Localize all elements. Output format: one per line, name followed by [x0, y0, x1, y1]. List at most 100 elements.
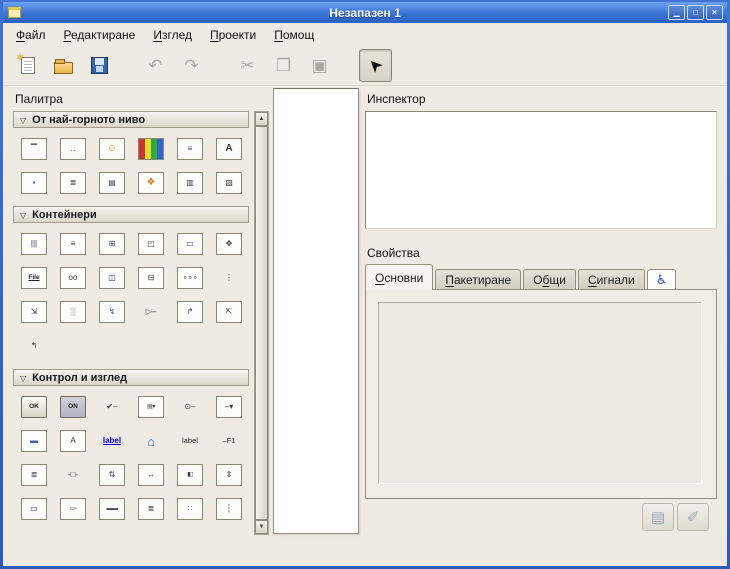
notebook-icon[interactable]: ◰ [138, 233, 164, 255]
handle-box-icon[interactable]: ↱ [177, 301, 203, 323]
section-label: Контейнери [32, 209, 97, 221]
copy-icon [276, 57, 291, 74]
main-area: Палитра От най-горното ниво ▔‥☺≡A▪≣▤❖▥▧ … [3, 86, 727, 566]
copy-button[interactable] [267, 49, 300, 82]
accessibility-icon: ♿ [656, 272, 668, 288]
window-icon[interactable]: ▔ [21, 138, 47, 160]
text-view-icon[interactable]: ≣ [21, 464, 47, 486]
hbox-icon[interactable]: ||| [21, 233, 47, 255]
progress-bar-icon[interactable]: ▮▯ [177, 464, 203, 486]
open-button[interactable] [47, 49, 80, 82]
toolbar-icon[interactable]: oo [60, 267, 86, 289]
undo-button[interactable] [139, 49, 172, 82]
icon-view-icon[interactable]: ∷ [177, 498, 203, 520]
palette-grid-controls: OK ON ✔– ▤▾ ⊙– –▾ ▬ Alabel ⌂ label –F1 ≣ -□- ⇅ ↔ ▮▯ ⇕ ▭ ▭▫… [21, 396, 251, 520]
file-selection-dialog-icon[interactable]: ≡ [177, 138, 203, 160]
tab-signals[interactable]: Сигнали [578, 269, 645, 290]
menu-view[interactable]: Изглед [144, 23, 201, 46]
expander-icon[interactable]: ▷– [138, 301, 164, 323]
check-button-icon[interactable]: ✔– [99, 396, 125, 418]
viewport-icon[interactable]: ░ [60, 301, 86, 323]
section-expander-icon [20, 114, 26, 126]
properties-editor-button[interactable]: ▤ [642, 503, 674, 531]
accel-label-icon[interactable]: –F1 [216, 430, 242, 452]
color-selection-dialog-icon[interactable] [138, 138, 164, 160]
fixed-icon[interactable]: ✥ [216, 233, 242, 255]
menu-projects[interactable]: Проекти [201, 23, 265, 46]
selector-arrow-icon [364, 54, 386, 76]
minimize-button[interactable]: ▁ [668, 5, 685, 20]
image-icon[interactable]: ⌂ [138, 430, 164, 452]
assistant-icon[interactable]: ▧ [216, 172, 242, 194]
toggle-button-icon[interactable]: ON [60, 396, 86, 418]
table-icon[interactable]: ⊞ [99, 233, 125, 255]
palette-section-containers[interactable]: Контейнери [13, 206, 249, 223]
font-chooser-dialog-icon[interactable]: ▥ [177, 172, 203, 194]
tab-packing[interactable]: Пакетиране [435, 269, 521, 290]
palette-scrollbar[interactable]: ▲ ▼ [254, 111, 269, 535]
section-label: От най-горното ниво [32, 114, 145, 126]
radio-button-icon[interactable]: ⊙– [177, 396, 203, 418]
design-canvas[interactable] [273, 88, 359, 534]
spin-button-icon[interactable]: ⇅ [99, 464, 125, 486]
frame-icon[interactable]: ▭ [177, 233, 203, 255]
scrollbar-thumb[interactable] [255, 126, 268, 520]
input-dialog-icon[interactable]: ≣ [60, 172, 86, 194]
save-button[interactable] [83, 49, 116, 82]
palette-section-toplevels[interactable]: От най-горното ниво [13, 111, 249, 128]
redo-button[interactable] [175, 49, 208, 82]
entry-completion-icon[interactable]: ▭ [21, 498, 47, 520]
tab-accessibility[interactable]: ♿ [647, 269, 677, 290]
paste-button[interactable] [303, 49, 336, 82]
hpaned-icon[interactable]: ◫ [99, 267, 125, 289]
edit-button[interactable]: ✐ [677, 503, 709, 531]
cut-button[interactable] [231, 49, 264, 82]
font-selection-dialog-icon[interactable]: A [216, 138, 242, 160]
dialog-icon[interactable]: ‥ [60, 138, 86, 160]
scroll-up-icon[interactable]: ▲ [255, 112, 268, 126]
text-entry-icon[interactable]: A [60, 430, 86, 452]
tab-general[interactable]: Основни [365, 264, 433, 290]
scrolled-window-icon[interactable]: ⇲ [21, 301, 47, 323]
menu-file[interactable]: Файл [7, 23, 55, 46]
new-button[interactable] [11, 49, 44, 82]
maximize-button[interactable]: □ [687, 5, 704, 20]
close-button[interactable]: ✕ [706, 5, 723, 20]
button-icon[interactable]: OK [21, 396, 47, 418]
custom-widget-icon[interactable]: ↯ [99, 301, 125, 323]
menu-edit[interactable]: Редактиране [55, 23, 145, 46]
hseparator-icon[interactable]: ▭▫ [60, 498, 86, 520]
list-icon[interactable]: ≣ [138, 498, 164, 520]
vscale-icon[interactable]: ▬▬ [99, 498, 125, 520]
vbox-icon[interactable]: ≡ [60, 233, 86, 255]
vpaned-icon[interactable]: ⊟ [138, 267, 164, 289]
alignment-icon[interactable]: ↰ [21, 335, 47, 357]
hscrollbar-icon[interactable]: ↔ [138, 464, 164, 486]
vbuttonbox-icon[interactable]: ⋮ [216, 267, 242, 289]
aspect-frame-icon[interactable]: ⇱ [216, 301, 242, 323]
selector-tool-button[interactable] [359, 49, 392, 82]
message-dialog-icon[interactable]: ▪ [21, 172, 47, 194]
color-picker-dialog-icon[interactable]: ❖ [138, 172, 164, 194]
inspector-title: Инспектор [367, 92, 426, 106]
properties-page [365, 289, 717, 499]
vseparator-icon[interactable]: ┆ [216, 498, 242, 520]
vscrollbar-icon[interactable]: ⇕ [216, 464, 242, 486]
link-button-icon[interactable]: label [99, 430, 125, 452]
file-chooser-dialog-icon[interactable]: ▤ [99, 172, 125, 194]
tab-common[interactable]: Общи [523, 269, 576, 290]
inspector-view[interactable] [365, 111, 717, 229]
combo-box-entry-icon[interactable]: ▬ [21, 430, 47, 452]
scroll-down-icon[interactable]: ▼ [255, 520, 268, 534]
hbuttonbox-icon[interactable]: ∘∘∘ [177, 267, 203, 289]
window-menu-icon[interactable] [8, 7, 21, 18]
about-dialog-icon[interactable]: ☺ [99, 138, 125, 160]
menubar-icon[interactable]: File [21, 267, 47, 289]
combo-box-icon[interactable]: ▤▾ [138, 396, 164, 418]
menu-help[interactable]: Помощ [265, 23, 323, 46]
hscale-icon[interactable]: -□- [60, 464, 86, 486]
palette-section-controls[interactable]: Контрол и изглед [13, 369, 249, 386]
label-icon[interactable]: label [177, 430, 203, 452]
app-window: Незапазен 1 ▁ □ ✕ Файл Редактиране Изгле… [0, 0, 730, 569]
option-menu-icon[interactable]: –▾ [216, 396, 242, 418]
